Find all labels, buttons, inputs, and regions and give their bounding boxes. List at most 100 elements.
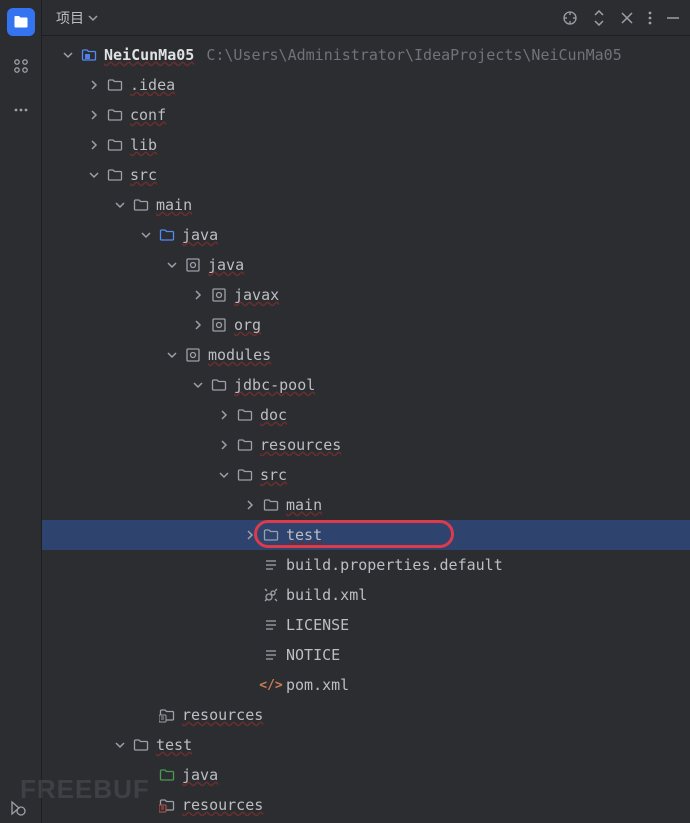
chevron-right-icon[interactable] bbox=[190, 287, 206, 303]
lines-icon bbox=[262, 647, 280, 663]
folder-icon bbox=[132, 737, 150, 753]
package-icon bbox=[210, 287, 228, 303]
chevron-down-icon[interactable] bbox=[112, 737, 128, 753]
chevron-down-icon[interactable] bbox=[60, 47, 76, 63]
tree-node-label: javax bbox=[234, 286, 279, 304]
tree-node-label: resources bbox=[260, 436, 341, 454]
tree-row[interactable]: java bbox=[42, 760, 690, 790]
tree-node-label: main bbox=[156, 196, 192, 214]
folder-icon bbox=[106, 107, 124, 123]
tree-node-label: NOTICE bbox=[286, 646, 340, 664]
tree-row[interactable]: lib bbox=[42, 130, 690, 160]
tree-row[interactable]: resources bbox=[42, 700, 690, 730]
activity-bar bbox=[0, 0, 42, 823]
package-icon bbox=[184, 257, 202, 273]
tree-row[interactable]: modules bbox=[42, 340, 690, 370]
tree-row[interactable]: NeiCunMa05C:\Users\Administrator\IdeaPro… bbox=[42, 40, 690, 70]
tree-node-label: LICENSE bbox=[286, 616, 349, 634]
tree-row[interactable]: java bbox=[42, 220, 690, 250]
tree-row[interactable]: main bbox=[42, 490, 690, 520]
project-panel: 项目 NeiCunMa05C:\Users\Administrator\Idea… bbox=[42, 0, 690, 823]
folder-icon bbox=[262, 497, 280, 513]
chevron-right-icon[interactable] bbox=[86, 137, 102, 153]
tree-node-label: org bbox=[234, 316, 261, 334]
module-icon bbox=[80, 47, 98, 63]
tree-row[interactable]: resources bbox=[42, 430, 690, 460]
tree-row[interactable]: build.xml bbox=[42, 580, 690, 610]
tree-row[interactable]: build.properties.default bbox=[42, 550, 690, 580]
tree-row[interactable]: NOTICE bbox=[42, 640, 690, 670]
tree-node-label: src bbox=[130, 166, 157, 184]
tree-row[interactable]: LICENSE bbox=[42, 610, 690, 640]
tree-node-label: NeiCunMa05 bbox=[104, 46, 194, 64]
tree-node-label: java bbox=[208, 256, 244, 274]
chevron-down-icon[interactable] bbox=[164, 347, 180, 363]
tree-row[interactable]: conf bbox=[42, 100, 690, 130]
tree-row[interactable]: javax bbox=[42, 280, 690, 310]
tree-node-label: main bbox=[286, 496, 322, 514]
folder-icon bbox=[236, 467, 254, 483]
tree-node-label: test bbox=[156, 736, 192, 754]
chevron-right-icon[interactable] bbox=[190, 317, 206, 333]
folder-icon bbox=[106, 137, 124, 153]
folder-icon bbox=[236, 437, 254, 453]
tree-node-label: lib bbox=[130, 136, 157, 154]
tree-row[interactable]: main bbox=[42, 190, 690, 220]
tree-node-label: .idea bbox=[130, 76, 175, 94]
chevron-down-icon[interactable] bbox=[190, 377, 206, 393]
panel-title[interactable]: 项目 bbox=[56, 8, 98, 28]
tree-node-label: java bbox=[182, 226, 218, 244]
tree-row[interactable]: src bbox=[42, 460, 690, 490]
tree-row[interactable]: doc bbox=[42, 400, 690, 430]
tool-header: 项目 bbox=[42, 0, 690, 36]
tree-node-label: modules bbox=[208, 346, 271, 364]
tree-row[interactable]: src bbox=[42, 160, 690, 190]
settings-icon[interactable] bbox=[620, 10, 634, 26]
package-icon bbox=[184, 347, 202, 363]
chevron-down-icon bbox=[88, 13, 98, 23]
tree-node-label: doc bbox=[260, 406, 287, 424]
run-tool-icon[interactable] bbox=[4, 794, 32, 822]
tree-row[interactable]: test bbox=[42, 730, 690, 760]
structure-tool-icon[interactable] bbox=[7, 52, 35, 80]
chevron-down-icon[interactable] bbox=[112, 197, 128, 213]
chevron-right-icon[interactable] bbox=[216, 407, 232, 423]
more-tools-icon[interactable] bbox=[7, 96, 35, 124]
folder-icon bbox=[236, 407, 254, 423]
tree-row[interactable]: org bbox=[42, 310, 690, 340]
tree-row[interactable]: jdbc-pool bbox=[42, 370, 690, 400]
project-tool-icon[interactable] bbox=[7, 8, 35, 36]
minimize-icon[interactable] bbox=[666, 10, 680, 26]
select-opened-icon[interactable] bbox=[562, 10, 578, 26]
ant-icon bbox=[262, 587, 280, 603]
chevron-right-icon[interactable] bbox=[242, 527, 258, 543]
tree-row[interactable]: test bbox=[42, 520, 690, 550]
tree-node-label: build.xml bbox=[286, 586, 367, 604]
chevron-down-icon[interactable] bbox=[86, 167, 102, 183]
folder-icon bbox=[132, 197, 150, 213]
panel-title-text: 项目 bbox=[56, 8, 84, 28]
expand-collapse-icon[interactable] bbox=[592, 10, 606, 26]
chevron-down-icon[interactable] bbox=[164, 257, 180, 273]
chevron-down-icon[interactable] bbox=[138, 227, 154, 243]
tree-row[interactable]: .idea bbox=[42, 70, 690, 100]
tree-node-label: test bbox=[286, 526, 322, 544]
tree-node-label: build.properties.default bbox=[286, 556, 503, 574]
xml-icon: </> bbox=[262, 678, 280, 693]
tree-node-label: src bbox=[260, 466, 287, 484]
chevron-right-icon[interactable] bbox=[86, 107, 102, 123]
package-icon bbox=[210, 317, 228, 333]
tree-row[interactable]: </> pom.xml bbox=[42, 670, 690, 700]
lines-icon bbox=[262, 617, 280, 633]
chevron-right-icon[interactable] bbox=[216, 437, 232, 453]
chevron-down-icon[interactable] bbox=[216, 467, 232, 483]
tree-row[interactable]: java bbox=[42, 250, 690, 280]
project-tree[interactable]: NeiCunMa05C:\Users\Administrator\IdeaPro… bbox=[42, 36, 690, 823]
tree-node-label: jdbc-pool bbox=[234, 376, 315, 394]
chevron-right-icon[interactable] bbox=[242, 497, 258, 513]
chevron-right-icon[interactable] bbox=[86, 77, 102, 93]
tool-actions bbox=[562, 10, 680, 26]
tree-node-label: pom.xml bbox=[286, 676, 349, 694]
tree-node-label: resources bbox=[182, 706, 263, 724]
more-icon[interactable] bbox=[648, 10, 652, 26]
